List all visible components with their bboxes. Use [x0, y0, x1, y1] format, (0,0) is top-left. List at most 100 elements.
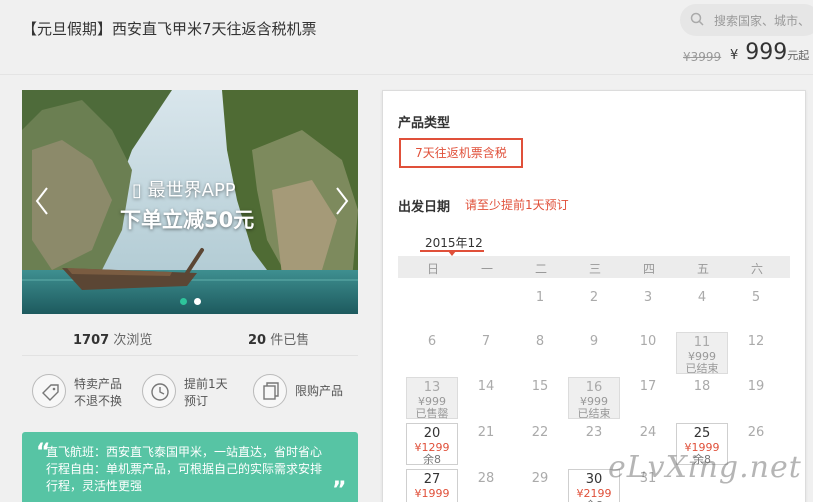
- day-number: 8: [535, 334, 545, 349]
- promo-line-2: 下单立减50元: [120, 208, 255, 232]
- weekday-label: 二: [534, 262, 547, 276]
- weekday-label: 五: [696, 262, 709, 276]
- day-status: 已售罄: [415, 407, 449, 420]
- calendar-day: 28: [460, 469, 512, 502]
- day-number: 26: [747, 425, 765, 440]
- day-number: 10: [639, 334, 657, 349]
- day-price: ¥1999: [414, 487, 450, 500]
- gallery-dot-2[interactable]: [194, 298, 201, 305]
- prev-arrow-icon[interactable]: [34, 186, 50, 216]
- feature-line: 限购产品: [295, 384, 344, 398]
- currency-symbol: ¥: [730, 48, 739, 63]
- day-number: 1: [535, 290, 545, 305]
- calendar-day: 8: [514, 332, 566, 374]
- sold-stat: 20 件已售: [248, 329, 309, 348]
- original-price: ¥3999: [683, 50, 722, 64]
- price-value: 999: [745, 40, 788, 65]
- day-number: 4: [697, 290, 707, 305]
- promo-line-1: ▯ 最世界APP: [132, 180, 236, 201]
- gallery-dot-1[interactable]: [180, 298, 187, 305]
- day-status: 余8: [423, 453, 441, 466]
- calendar-day: 12: [730, 332, 782, 374]
- photo-gallery[interactable]: ▯ 最世界APP 下单立减50元: [22, 90, 358, 314]
- views-label: 次浏览: [113, 333, 153, 348]
- day-number: 11: [693, 335, 711, 350]
- calendar-day: 21: [460, 423, 512, 465]
- day-number: 22: [531, 425, 549, 440]
- day-number: 5: [751, 290, 761, 305]
- divider: [22, 355, 358, 356]
- views-stat: 1707 次浏览: [73, 329, 152, 348]
- note-line: 行程，灵活性更强: [46, 479, 143, 493]
- calendar-day: 29: [514, 469, 566, 502]
- promo-app-name: 最世界APP: [147, 180, 236, 201]
- sold-count: 20: [248, 333, 267, 348]
- day-number: 17: [639, 379, 657, 394]
- weekday-label: 三: [588, 262, 601, 276]
- sold-label: 件已售: [270, 333, 310, 348]
- day-number: 27: [423, 472, 441, 487]
- day-status: 已结束: [685, 362, 719, 375]
- day-number: 23: [585, 425, 603, 440]
- day-number: 24: [639, 425, 657, 440]
- weekday-label: 一: [480, 262, 493, 276]
- open-quote-icon: “: [36, 440, 51, 465]
- weekday-label: 日: [426, 262, 439, 276]
- calendar-day: 10: [622, 332, 674, 374]
- feature-line: 提前1天: [184, 377, 228, 391]
- day-number: 12: [747, 334, 765, 349]
- calendar-day: 13 ¥999 已售罄: [406, 377, 458, 420]
- day-number: 14: [477, 379, 495, 394]
- page-title: 【元旦假期】西安直飞甲米7天往返含税机票: [22, 20, 317, 38]
- calendar-day: 15: [514, 377, 566, 419]
- weekday-label: 六: [750, 262, 763, 276]
- day-number: 20: [423, 426, 441, 441]
- calendar-day[interactable]: 20 ¥1299 余8: [406, 423, 458, 466]
- search-icon[interactable]: [690, 12, 704, 26]
- note-line: 行程自由：单机票产品，可根据自己的实际需求安排: [46, 462, 323, 476]
- product-type-label: 产品类型: [398, 116, 451, 131]
- day-number: 6: [427, 334, 437, 349]
- day-number: 3: [643, 290, 653, 305]
- clock-icon: [142, 374, 176, 408]
- product-type-option[interactable]: 7天往返机票含税: [399, 138, 523, 168]
- day-number: 2: [589, 290, 599, 305]
- calendar-day: 3: [622, 288, 674, 330]
- tag-icon: [32, 374, 66, 408]
- day-number: 29: [531, 471, 549, 486]
- calendar-day: 18: [676, 377, 728, 419]
- calendar-day: 19: [730, 377, 782, 419]
- close-quote-icon: ”: [332, 478, 347, 502]
- feature-line: 不退不换: [74, 394, 123, 408]
- next-arrow-icon[interactable]: [334, 186, 350, 216]
- calendar-day: 5: [730, 288, 782, 330]
- watermark: eLvXing.net: [608, 450, 802, 485]
- weekday-label: 四: [642, 262, 655, 276]
- calendar-day: 22: [514, 423, 566, 465]
- copy-icon: [253, 374, 287, 408]
- search-input[interactable]: 搜索国家、城市、: [714, 12, 810, 29]
- calendar-day: 11 ¥999 已结束: [676, 332, 728, 375]
- calendar-day: 4: [676, 288, 728, 330]
- note-line: 直飞航班：西安直飞泰国甲米，一站直达，省时省心: [46, 445, 323, 459]
- day-number: 18: [693, 379, 711, 394]
- calendar-day[interactable]: 27 ¥1999: [406, 469, 458, 502]
- day-number: 13: [423, 380, 441, 395]
- calendar-day: 9: [568, 332, 620, 374]
- day-number: 16: [585, 380, 603, 395]
- feature-line: 特卖产品: [74, 377, 123, 391]
- month-tab[interactable]: 2015年12: [425, 234, 483, 251]
- calendar-day: 2: [568, 288, 620, 330]
- current-price: ¥ 999元起: [730, 40, 809, 65]
- price-suffix: 元起: [787, 49, 810, 62]
- departure-date-label: 出发日期: [398, 200, 451, 215]
- calendar-day: 14: [460, 377, 512, 419]
- views-count: 1707: [73, 333, 110, 348]
- highlights-note: 直飞航班：西安直飞泰国甲米，一站直达，省时省心 行程自由：单机票产品，可根据自己…: [22, 432, 358, 502]
- day-number: 9: [589, 334, 599, 349]
- gallery-photo: [22, 90, 358, 314]
- feature-line: 预订: [184, 394, 209, 408]
- calendar-day: 6: [406, 332, 458, 374]
- day-number: 21: [477, 425, 495, 440]
- booking-hint: 请至少提前1天预订: [465, 198, 569, 212]
